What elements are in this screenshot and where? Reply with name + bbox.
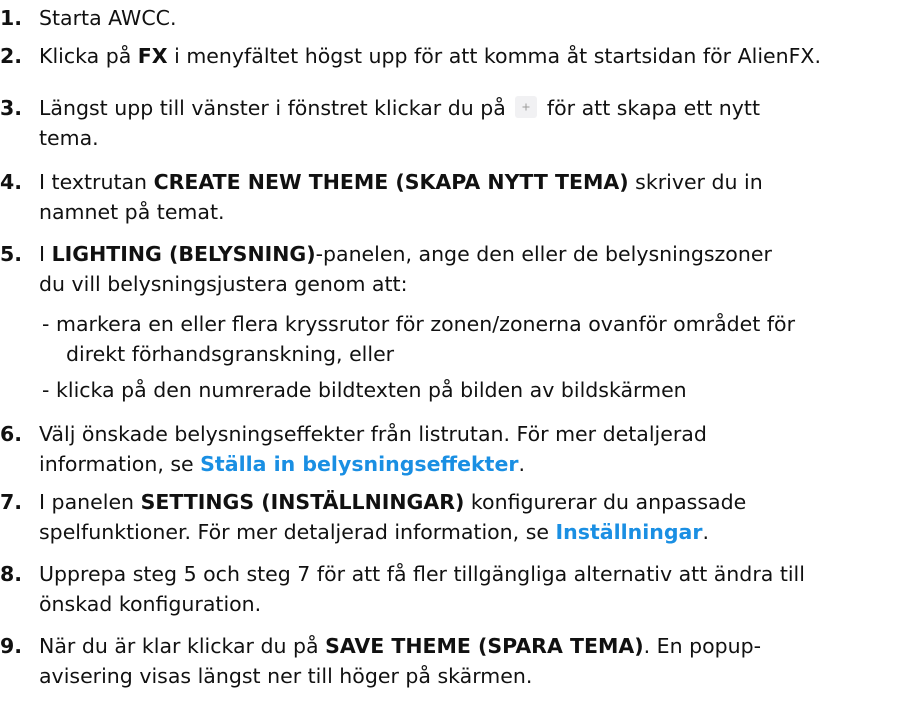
step-text: du vill belysningsjustera genom att: bbox=[39, 272, 408, 296]
step-number: 3. bbox=[0, 96, 23, 120]
step-4: 4. I textrutan CREATE NEW THEME (SKAPA N… bbox=[0, 167, 906, 227]
bullet-text: direkt förhandsgranskning, eller bbox=[66, 342, 395, 366]
step-text: När du är klar klickar du på bbox=[39, 634, 326, 658]
plus-icon bbox=[515, 96, 538, 118]
lighting-panel-label: LIGHTING (BELYSNING) bbox=[51, 242, 316, 266]
lighting-effects-link[interactable]: Ställa in belysningseffekter bbox=[200, 452, 518, 476]
step-text: tema. bbox=[39, 126, 99, 150]
step-5: 5. I LIGHTING (BELYSNING)-panelen, ange … bbox=[0, 239, 906, 299]
step-text: önskad konfiguration. bbox=[39, 592, 262, 616]
bullet-text: markera en eller flera kryssrutor för zo… bbox=[56, 312, 796, 336]
step-3: 3. Längst upp till vänster i fönstret kl… bbox=[0, 93, 906, 153]
bullet-dash: - bbox=[42, 312, 50, 336]
step-text: . bbox=[518, 452, 526, 476]
step-text: konfigurerar du anpassade bbox=[464, 490, 747, 514]
bullet-text: klicka på den numrerade bildtexten på bi… bbox=[56, 378, 687, 402]
step-text: Starta AWCC. bbox=[39, 6, 177, 30]
step-5-bullet-2: - klicka på den numrerade bildtexten på … bbox=[0, 375, 906, 405]
step-number: 8. bbox=[0, 562, 23, 586]
settings-panel-label: SETTINGS (INSTÄLLNINGAR) bbox=[140, 490, 465, 514]
instruction-list: 1. Starta AWCC. 2. Klicka på FX i menyfä… bbox=[0, 0, 914, 702]
step-text: I textrutan bbox=[39, 170, 154, 194]
step-2: 2. Klicka på FX i menyfältet högst upp f… bbox=[0, 41, 906, 71]
step-6: 6. Välj önskade belysningseffekter från … bbox=[0, 419, 906, 479]
step-number: 7. bbox=[0, 490, 23, 514]
step-text: . En popup- bbox=[643, 634, 762, 658]
step-text: i menyfältet högst upp för att komma åt … bbox=[167, 44, 821, 68]
step-text: skriver du in bbox=[628, 170, 763, 194]
step-text: information, se bbox=[39, 452, 201, 476]
step-text: I bbox=[39, 242, 52, 266]
step-text: Upprepa steg 5 och steg 7 för att få fle… bbox=[39, 562, 805, 586]
step-text: . bbox=[702, 520, 709, 544]
step-number: 6. bbox=[0, 422, 23, 446]
step-text: avisering visas längst ner till höger på… bbox=[39, 664, 533, 688]
step-text: för att skapa ett nytt bbox=[540, 96, 760, 120]
step-text: namnet på temat. bbox=[39, 200, 225, 224]
create-new-theme-label: CREATE NEW THEME (SKAPA NYTT TEMA) bbox=[153, 170, 629, 194]
step-7: 7. I panelen SETTINGS (INSTÄLLNINGAR) ko… bbox=[0, 487, 906, 547]
settings-link[interactable]: Inställningar bbox=[556, 520, 703, 544]
step-text: I panelen bbox=[39, 490, 141, 514]
bullet-dash: - bbox=[42, 378, 50, 402]
step-number: 2. bbox=[0, 44, 23, 68]
step-text: Klicka på bbox=[39, 44, 138, 68]
step-text: -panelen, ange den eller de belysningszo… bbox=[315, 242, 772, 266]
step-number: 4. bbox=[0, 170, 23, 194]
step-text: Välj önskade belysningseffekter från lis… bbox=[39, 422, 707, 446]
step-text: spelfunktioner. För mer detaljerad infor… bbox=[39, 520, 556, 544]
step-text: Längst upp till vänster i fönstret klick… bbox=[39, 96, 506, 120]
step-1: 1. Starta AWCC. bbox=[0, 3, 906, 33]
step-9: 9. När du är klar klickar du på SAVE THE… bbox=[0, 631, 906, 691]
step-number: 1. bbox=[0, 6, 23, 30]
fx-menu-label: FX bbox=[137, 44, 168, 68]
step-number: 5. bbox=[0, 242, 23, 266]
step-5-bullet-1: - markera en eller flera kryssrutor för … bbox=[0, 309, 906, 369]
step-number: 9. bbox=[0, 634, 23, 658]
save-theme-label: SAVE THEME (SPARA TEMA) bbox=[325, 634, 644, 658]
step-8: 8. Upprepa steg 5 och steg 7 för att få … bbox=[0, 559, 906, 619]
